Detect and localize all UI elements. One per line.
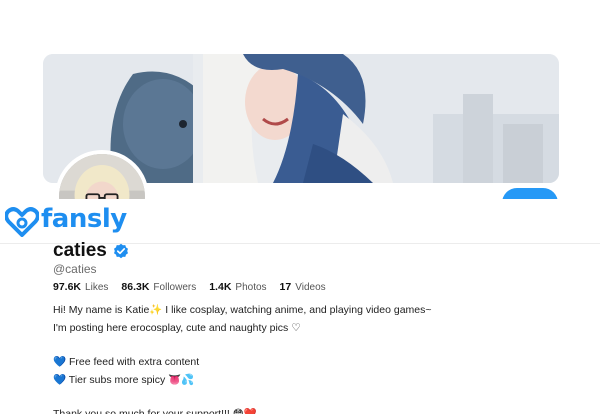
stat-value: 86.3K [121, 281, 150, 293]
fansly-logo-icon[interactable] [5, 207, 39, 237]
stat-label: Likes [85, 282, 109, 293]
stat-label: Followers [153, 282, 197, 293]
display-name: caties [53, 240, 107, 261]
bio-spacer [53, 337, 573, 353]
stat-label: Photos [235, 282, 267, 293]
bio-line: 💙 Tier subs more spicy 👅💦 [53, 374, 195, 386]
stat-followers[interactable]: 86.3K Followers [121, 281, 196, 293]
stat-value: 97.6K [53, 281, 82, 293]
stat-videos[interactable]: 17 Videos [280, 281, 326, 293]
bio-line: Hi! My name is Katie✨ I like cosplay, wa… [53, 304, 432, 316]
profile-stats: 97.6K Likes 86.3K Followers 1.4K Photos 17 V… [53, 281, 326, 293]
stat-value: 1.4K [209, 281, 232, 293]
brand-name[interactable]: fansly [41, 204, 127, 234]
stat-label: Videos [295, 282, 326, 293]
verified-check-icon [113, 243, 128, 259]
bio-line: Thank you so much for your support!!! 😳❤… [53, 408, 257, 414]
username-row: caties [53, 240, 129, 262]
bio-line: I'm posting here erocosplay, cute and na… [53, 322, 301, 334]
bio-spacer [53, 389, 573, 405]
bio-line: 💙 Free feed with extra content [53, 356, 200, 368]
stat-likes[interactable]: 97.6K Likes [53, 281, 108, 293]
stat-value: 17 [279, 281, 292, 293]
brand-header: fansly [0, 199, 600, 244]
profile-bio: Hi! My name is Katie✨ I like cosplay, wa… [53, 301, 573, 414]
stat-photos[interactable]: 1.4K Photos [209, 281, 266, 293]
handle: @caties [53, 262, 97, 276]
